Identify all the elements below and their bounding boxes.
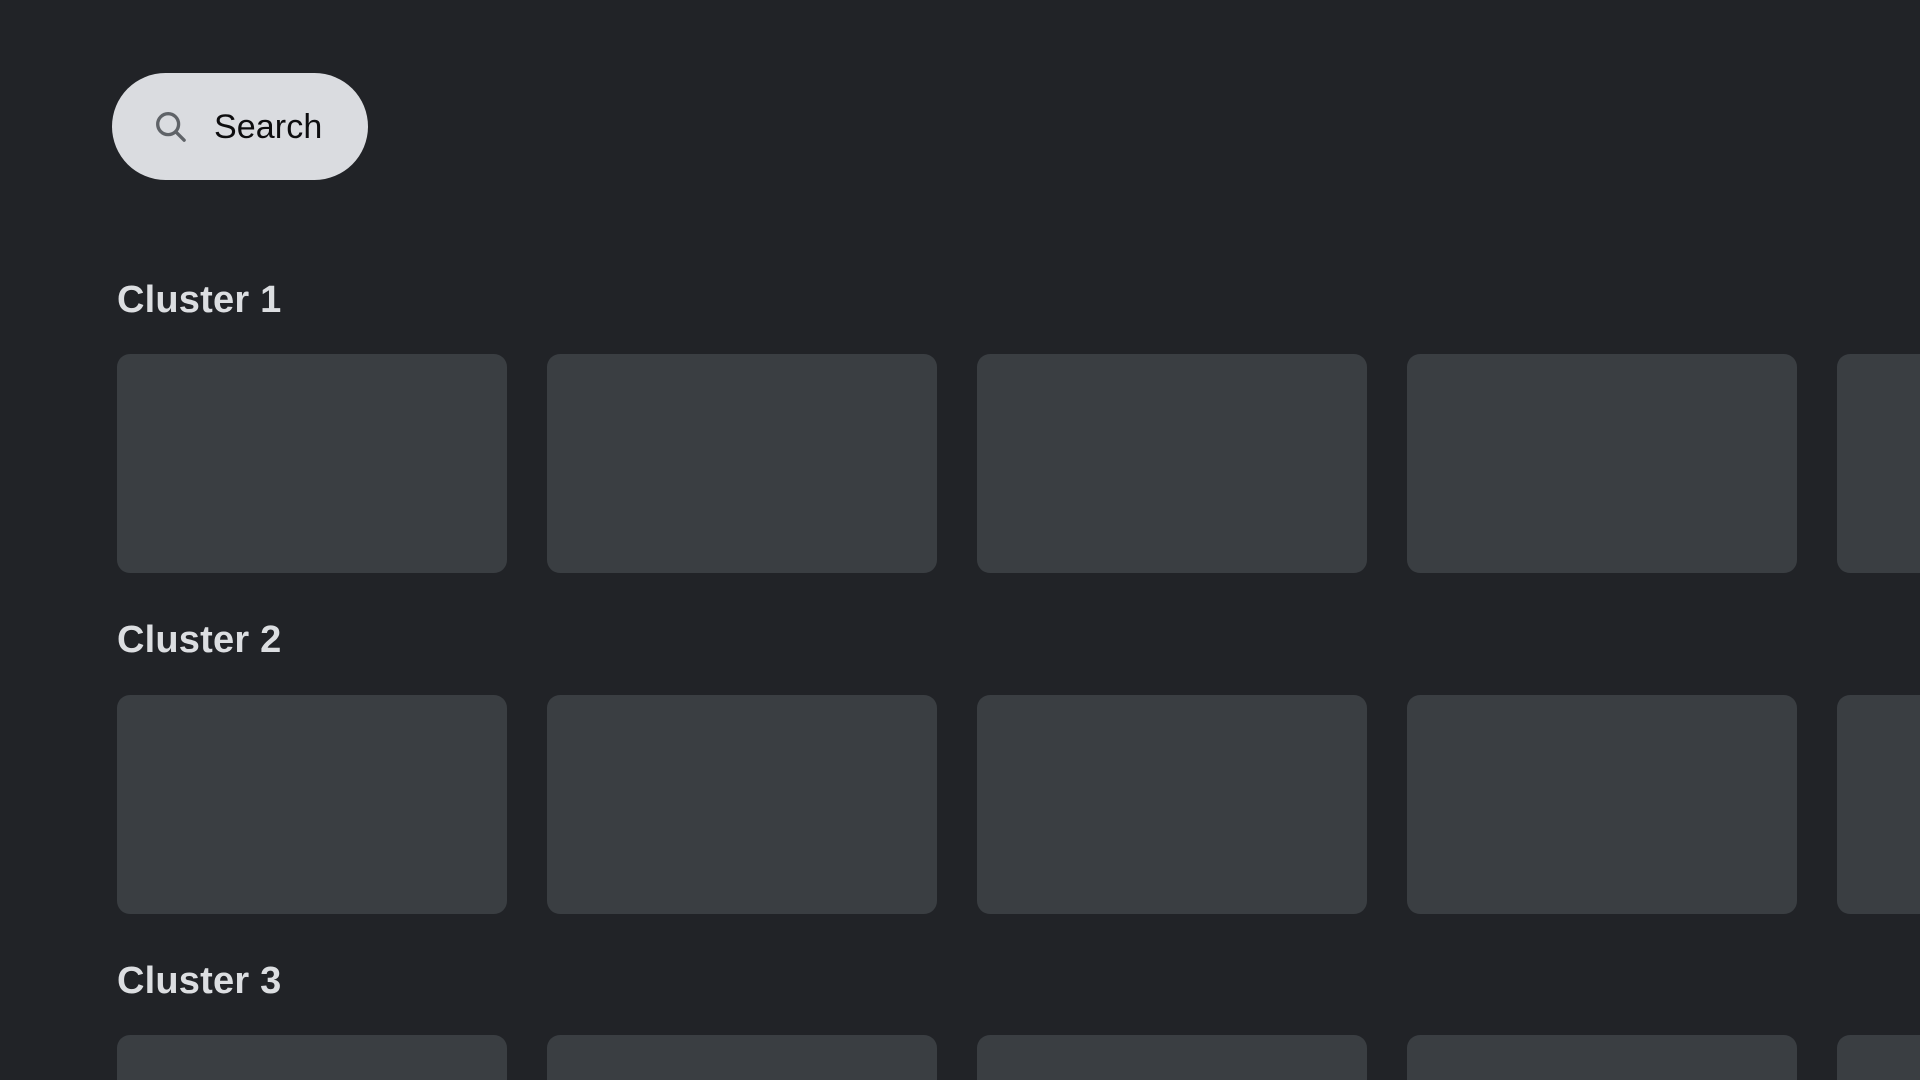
cluster-section-2: Cluster 2	[0, 617, 1920, 914]
card-row[interactable]	[0, 354, 1920, 574]
card-item[interactable]	[117, 1035, 507, 1080]
card-item[interactable]	[977, 1035, 1367, 1080]
card-item[interactable]	[977, 354, 1367, 574]
cluster-title: Cluster 1	[117, 278, 282, 321]
card-item[interactable]	[117, 354, 507, 574]
card-item[interactable]	[117, 694, 507, 914]
cluster-title: Cluster 2	[117, 619, 282, 662]
card-row[interactable]	[0, 1035, 1920, 1080]
card-item[interactable]	[547, 1035, 937, 1080]
cluster-title: Cluster 3	[117, 959, 282, 1002]
card-item[interactable]	[1837, 694, 1920, 914]
search-input[interactable]: Search	[112, 73, 369, 180]
cluster-section-3: Cluster 3	[0, 958, 1920, 1080]
card-item[interactable]	[1837, 1035, 1920, 1080]
cluster-list: Cluster 1 Cluster 2 Cluster 3	[0, 245, 1920, 1080]
card-item[interactable]	[1407, 354, 1797, 574]
search-icon	[152, 108, 190, 146]
card-item[interactable]	[1407, 1035, 1797, 1080]
app-root: Search Cluster 1 Cluster 2 Cluster 3	[0, 0, 1920, 1080]
card-item[interactable]	[547, 694, 937, 914]
card-item[interactable]	[977, 694, 1367, 914]
card-item[interactable]	[1407, 694, 1797, 914]
search-input-label: Search	[214, 107, 323, 146]
card-item[interactable]	[547, 354, 937, 574]
card-row[interactable]	[0, 694, 1920, 914]
card-item[interactable]	[1837, 354, 1920, 574]
cluster-section-1: Cluster 1	[0, 277, 1920, 574]
